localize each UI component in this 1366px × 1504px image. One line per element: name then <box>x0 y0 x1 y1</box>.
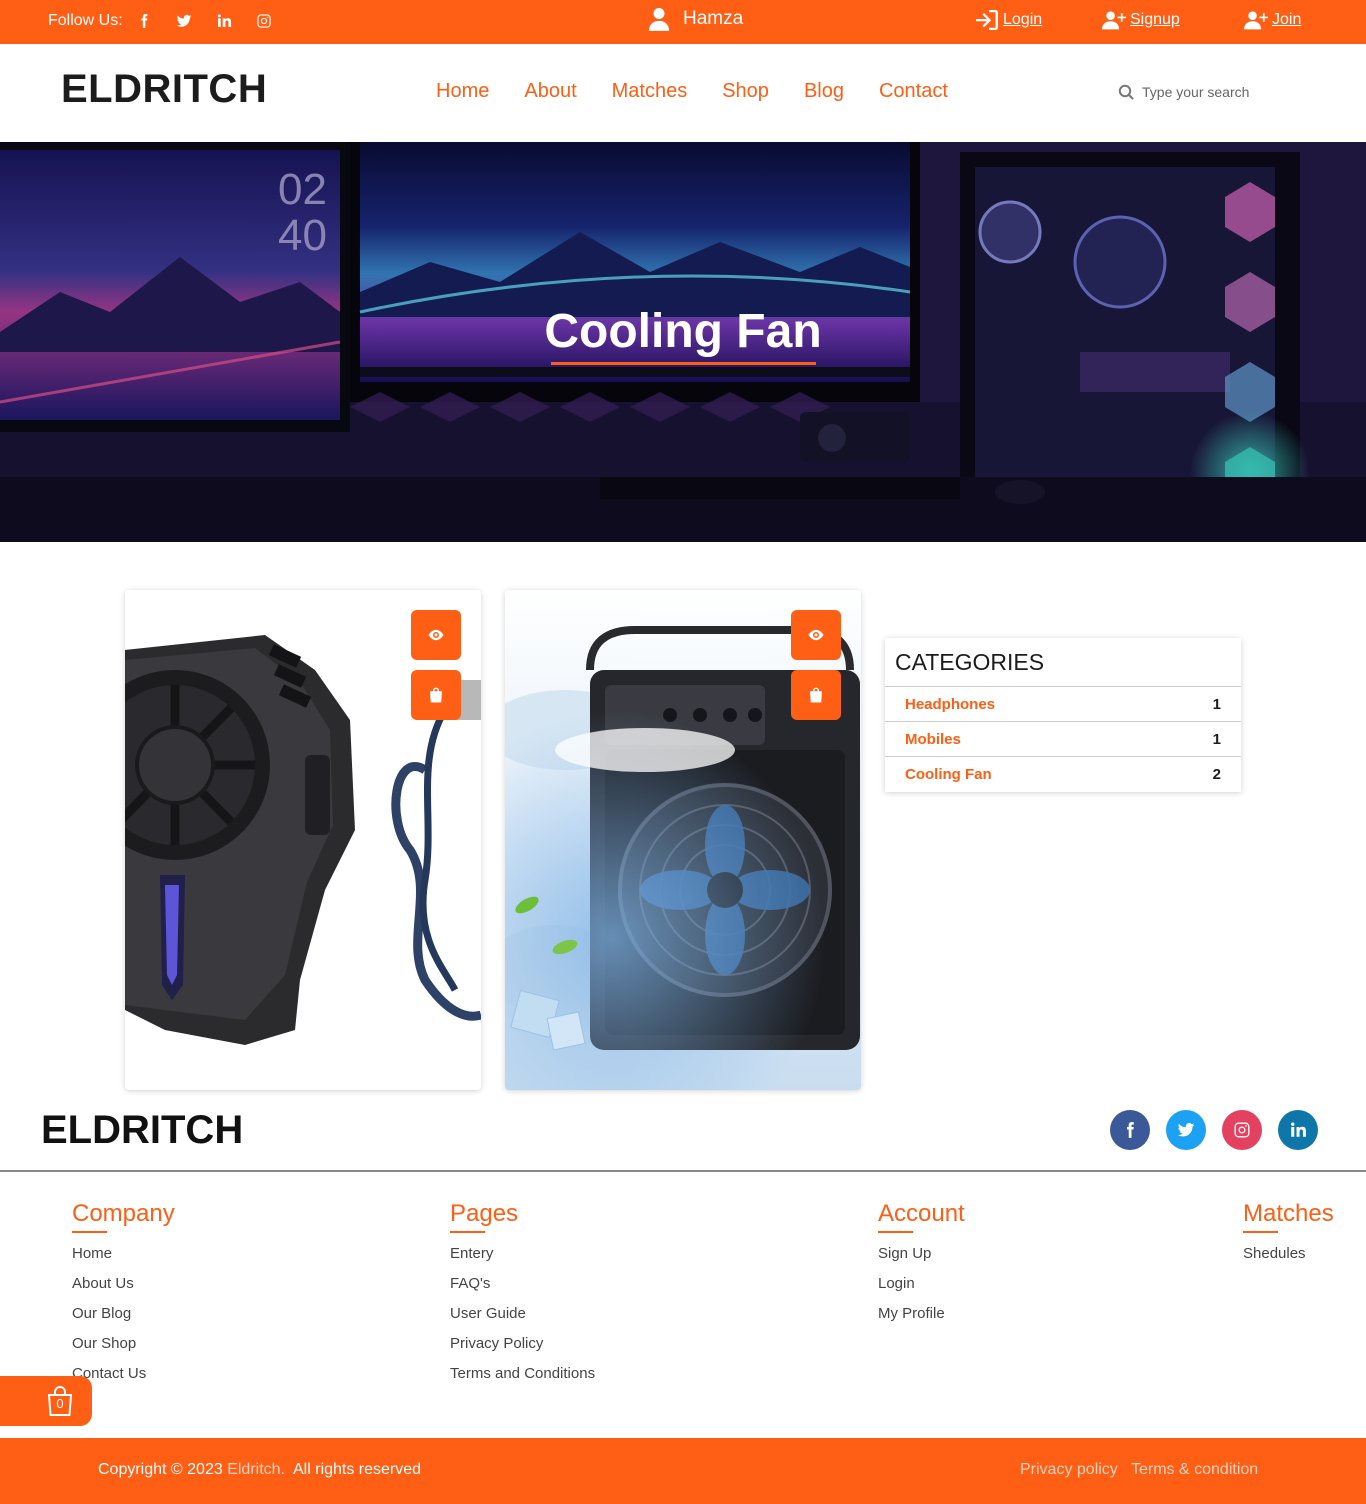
privacy-policy-link[interactable]: Privacy policy <box>1020 1461 1118 1479</box>
nav-home[interactable]: Home <box>436 80 489 103</box>
category-headphones[interactable]: Headphones 1 <box>885 687 1241 722</box>
eye-icon <box>808 629 824 641</box>
footer-link[interactable]: My Profile <box>878 1305 965 1335</box>
join-link[interactable]: Join <box>1244 9 1301 31</box>
footer-link[interactable]: Entery <box>450 1245 595 1275</box>
footer-link[interactable]: About Us <box>72 1275 175 1305</box>
hero-title-underline <box>551 362 816 365</box>
search-input[interactable] <box>1142 84 1272 100</box>
category-count: 2 <box>1212 766 1221 783</box>
footer-link[interactable]: Terms and Conditions <box>450 1365 595 1395</box>
product-card[interactable] <box>125 590 481 1090</box>
footer-column-title: Account <box>878 1200 965 1227</box>
footer-column-title: Matches <box>1243 1200 1334 1227</box>
footer-column-title: Company <box>72 1200 175 1227</box>
footer-instagram-icon[interactable] <box>1222 1110 1262 1150</box>
footer-facebook-icon[interactable] <box>1110 1110 1150 1150</box>
product-card[interactable] <box>505 590 861 1090</box>
eye-icon <box>428 629 444 641</box>
nav-shop[interactable]: Shop <box>722 80 769 103</box>
terms-link[interactable]: Terms & condition <box>1131 1461 1258 1479</box>
nav-about[interactable]: About <box>524 80 576 103</box>
quick-view-button[interactable] <box>411 610 461 660</box>
hero-banner: 02 40 Cooling Fan <box>0 142 1366 542</box>
category-count: 1 <box>1212 695 1221 713</box>
title-underline <box>450 1231 485 1233</box>
copyright-text: Copyright © 2023 Eldritch. All rights re… <box>98 1461 422 1478</box>
search-icon[interactable] <box>1118 84 1134 100</box>
nav-matches[interactable]: Matches <box>612 80 688 103</box>
user-plus-icon <box>1244 11 1268 30</box>
footer-logo[interactable]: ELDRITCH <box>41 1108 243 1153</box>
category-cooling-fan[interactable]: Cooling Fan 2 <box>885 757 1241 792</box>
shopping-bag-icon <box>430 687 442 703</box>
footer-column-account: Account Sign Up Login My Profile <box>878 1200 965 1335</box>
twitter-icon[interactable] <box>175 12 193 30</box>
main-header: ELDRITCH Home About Matches Shop Blog Co… <box>0 44 1366 142</box>
cart-count: 0 <box>56 1396 64 1411</box>
add-to-cart-button[interactable] <box>411 670 461 720</box>
title-underline <box>72 1231 107 1233</box>
user-icon <box>648 8 670 31</box>
categories-widget: CATEGORIES Headphones 1 Mobiles 1 Coolin… <box>885 638 1241 792</box>
follow-us: Follow Us: <box>48 12 295 30</box>
sign-in-icon <box>976 10 998 30</box>
login-link[interactable]: Login <box>975 9 1042 31</box>
shopping-bag-icon <box>810 687 822 703</box>
linkedin-icon[interactable] <box>215 12 233 30</box>
current-user[interactable]: Hamza <box>648 7 743 31</box>
signup-link[interactable]: Signup <box>1102 9 1180 31</box>
footer-linkedin-icon[interactable] <box>1278 1110 1318 1150</box>
footer-link[interactable]: Privacy Policy <box>450 1335 595 1365</box>
footer-link[interactable]: Shedules <box>1243 1245 1334 1275</box>
footer-column-company: Company Home About Us Our Blog Our Shop … <box>72 1200 175 1395</box>
copyright-brand[interactable]: Eldritch. <box>227 1461 285 1478</box>
user-plus-icon <box>1102 11 1126 30</box>
facebook-icon[interactable] <box>135 12 153 30</box>
site-logo[interactable]: ELDRITCH <box>61 67 267 112</box>
footer-link[interactable]: Our Shop <box>72 1335 175 1365</box>
title-underline <box>878 1231 913 1233</box>
category-count: 1 <box>1212 730 1221 748</box>
title-underline <box>1243 1231 1278 1233</box>
instagram-icon[interactable] <box>255 12 273 30</box>
add-to-cart-button[interactable] <box>791 670 841 720</box>
footer-column-pages: Pages Entery FAQ's User Guide Privacy Po… <box>450 1200 595 1395</box>
footer-link[interactable]: Our Blog <box>72 1305 175 1335</box>
footer-divider <box>0 1170 1366 1172</box>
nav-blog[interactable]: Blog <box>804 80 844 103</box>
footer-column-title: Pages <box>450 1200 519 1227</box>
floating-cart-button[interactable]: 0 <box>0 1376 92 1426</box>
username: Hamza <box>683 8 744 29</box>
footer-link[interactable]: Home <box>72 1245 175 1275</box>
air-cooler-fan-image <box>505 590 861 1090</box>
footer-link[interactable]: User Guide <box>450 1305 595 1335</box>
copyright-bar: Copyright © 2023 Eldritch. All rights re… <box>0 1438 1366 1504</box>
hero-title: Cooling Fan <box>544 305 822 358</box>
footer-link[interactable]: FAQ's <box>450 1275 595 1305</box>
footer-link[interactable]: Sign Up <box>878 1245 965 1275</box>
category-name: Headphones <box>905 695 996 713</box>
quick-view-button[interactable] <box>791 610 841 660</box>
category-name: Mobiles <box>905 730 961 748</box>
categories-title: CATEGORIES <box>885 638 1241 687</box>
top-bar: Follow Us: Hamza Login Signup Join <box>0 0 1366 44</box>
main-nav: Home About Matches Shop Blog Contact <box>436 80 983 103</box>
search-box <box>1118 84 1272 100</box>
follow-us-label: Follow Us: <box>48 12 123 29</box>
phone-cooler-image <box>125 590 481 1090</box>
nav-contact[interactable]: Contact <box>879 80 948 103</box>
footer-column-matches: Matches Shedules <box>1243 1200 1334 1275</box>
footer-twitter-icon[interactable] <box>1166 1110 1206 1150</box>
category-name: Cooling Fan <box>905 766 992 783</box>
footer-link[interactable]: Login <box>878 1275 965 1305</box>
category-mobiles[interactable]: Mobiles 1 <box>885 722 1241 757</box>
